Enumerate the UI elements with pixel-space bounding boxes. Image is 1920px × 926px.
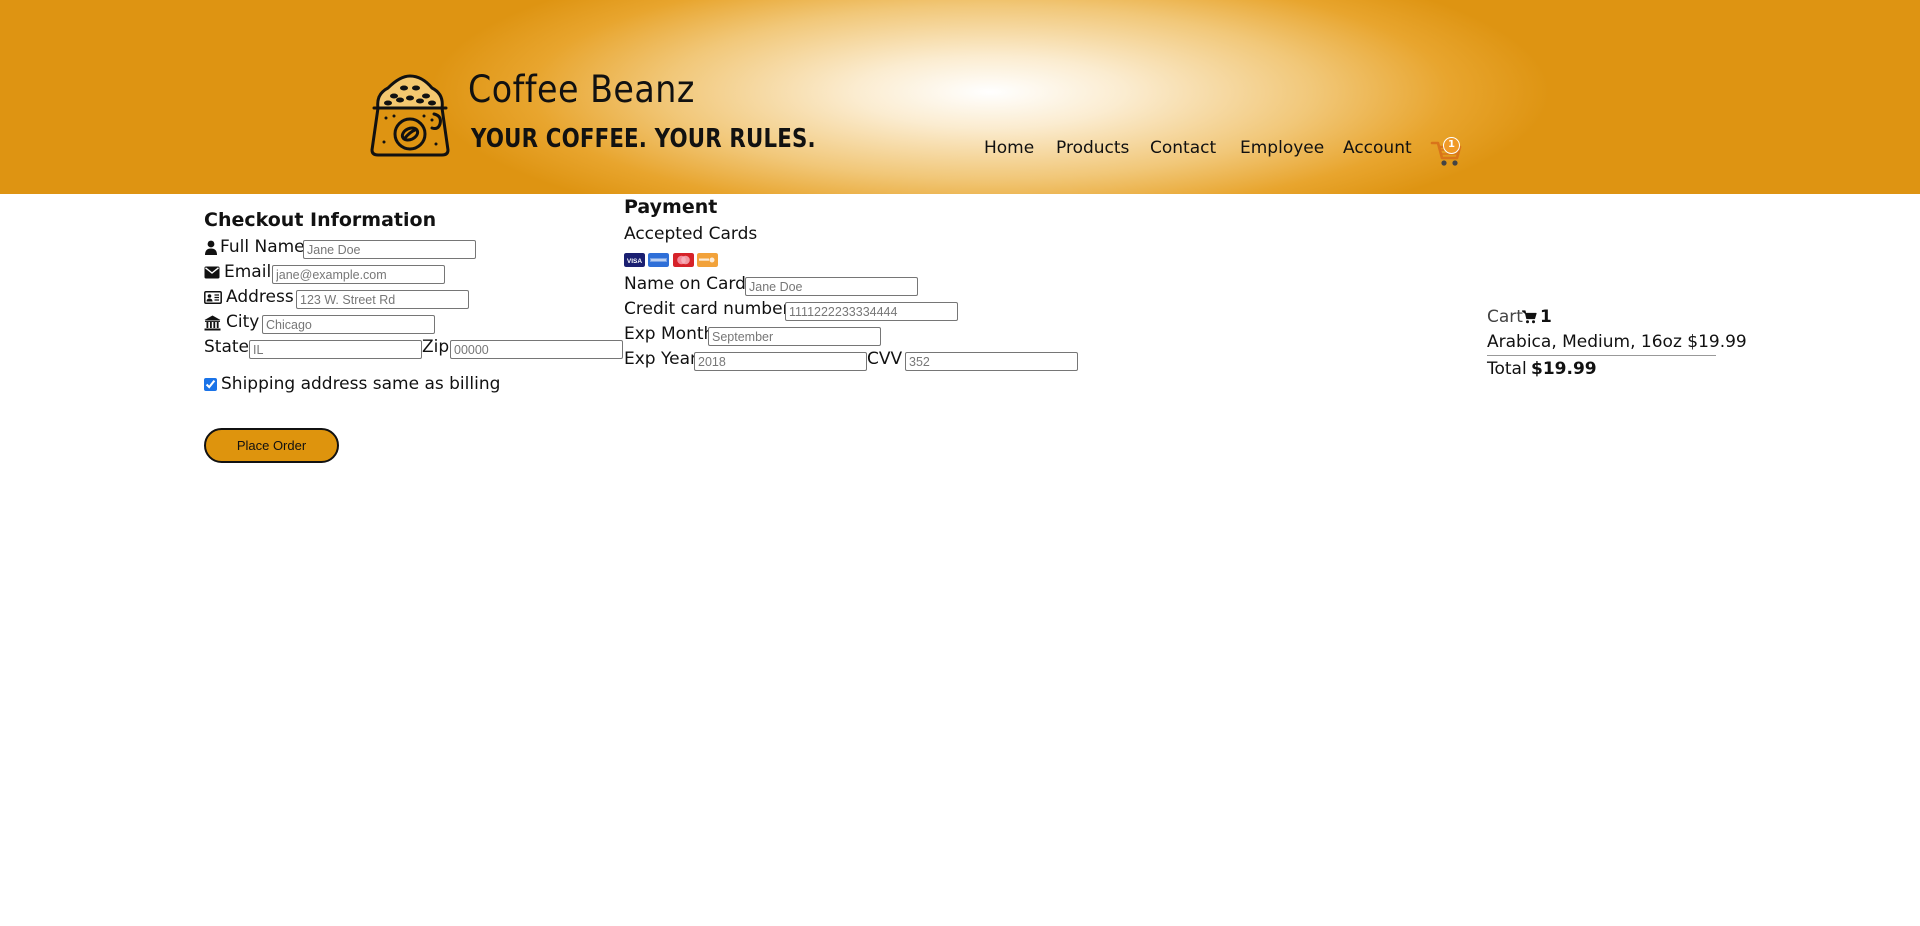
nav-account[interactable]: Account [1343,138,1412,162]
cvv-input[interactable] [905,352,1078,371]
nav-contact[interactable]: Contact [1150,138,1216,162]
nav-employee[interactable]: Employee [1240,138,1324,162]
same-address-label[interactable]: Shipping address same as billing [221,374,500,394]
exp-month-input[interactable] [708,327,881,346]
coffee-bag-logo-icon[interactable] [364,72,456,158]
discover-icon [697,253,718,267]
email-input[interactable] [272,265,445,284]
zip-label: Zip [422,337,450,357]
cart-total-value: $19.99 [1531,359,1597,379]
full-name-label: Full Name [220,237,305,257]
checkout-title: Checkout Information [204,209,437,231]
place-order-button[interactable]: Place Order [204,428,339,463]
name-on-card-input[interactable] [745,277,918,296]
shopping-cart-icon [1522,310,1537,324]
mastercard-icon [673,253,694,267]
site-header: Coffee Beanz YOUR COFFEE. YOUR RULES. Ho… [0,0,1920,194]
cart-summary-count: 1 [1540,307,1552,327]
card-number-input[interactable] [785,302,958,321]
cvv-label: CVV [867,349,903,369]
cart-summary-label: Cart [1487,307,1523,327]
email-label: Email [224,262,272,282]
brand-tagline: YOUR COFFEE. YOUR RULES. [471,124,816,154]
card-number-label: Credit card number [624,299,790,319]
svg-text:VISA: VISA [627,258,642,265]
name-on-card-label: Name on Card [624,274,746,294]
brand-name[interactable]: Coffee Beanz [468,68,695,111]
cart-divider [1487,355,1716,356]
city-label: City [226,312,260,332]
full-name-input[interactable] [303,240,476,259]
state-input[interactable] [249,340,422,359]
address-card-icon [204,291,222,304]
cart-count-badge: 1 [1443,137,1460,154]
state-label: State [204,337,249,357]
cart-total-label: Total [1487,359,1527,379]
exp-year-input[interactable] [694,352,867,371]
cart-line-item: Arabica, Medium, 16oz $19.99 [1487,332,1747,352]
visa-icon: VISA [624,253,645,267]
city-input[interactable] [262,315,435,334]
nav-products[interactable]: Products [1056,138,1129,162]
envelope-icon [204,266,220,279]
exp-year-label: Exp Year [624,349,697,369]
address-input[interactable] [296,290,469,309]
institution-icon [204,315,221,331]
address-label: Address [226,287,294,307]
nav-home[interactable]: Home [984,138,1034,162]
zip-input[interactable] [450,340,623,359]
exp-month-label: Exp Month [624,324,715,344]
user-icon [205,240,217,255]
amex-icon [648,253,669,267]
same-address-checkbox[interactable] [204,378,217,391]
accepted-cards-label: Accepted Cards [624,224,758,244]
payment-title: Payment [624,196,718,218]
